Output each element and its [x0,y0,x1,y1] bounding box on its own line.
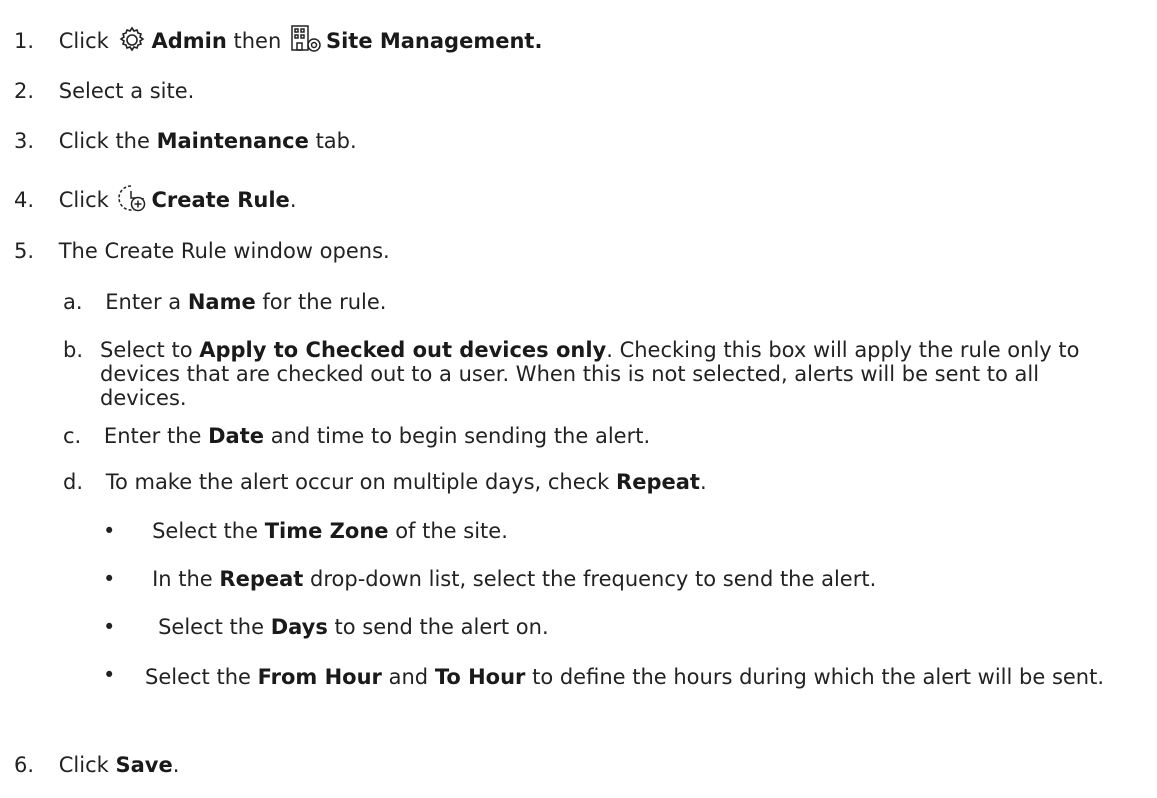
step-text: Click [58,753,109,777]
step-text: To make the alert occur on multiple days… [105,470,610,494]
substep-b-text: Select to Apply to Checked out devices o… [100,338,1120,410]
to-hour-label: To Hour [434,665,526,689]
substep-letter: d. [63,470,84,494]
step-text: for the rule. [262,290,387,314]
step-6: 6. Click Save. [14,752,179,778]
create-rule-clock-icon [117,183,147,219]
step-text: and time to begin sending the alert. [270,424,651,448]
substep-c: c. Enter the Date and time to begin send… [63,423,650,449]
step-number: 3. [14,129,35,153]
substep-letter: b. [63,338,84,362]
bullet-mark: • [103,519,116,543]
bullet-mark: • [103,567,116,591]
step-text: then [233,29,282,53]
create-rule-label: Create Rule [151,188,290,212]
repeat-label: Repeat [219,567,304,591]
time-zone-label: Time Zone [264,519,389,543]
step-text: drop-down list, select the frequency to … [310,567,877,591]
step-text: Select the [158,615,265,639]
name-label: Name [187,290,256,314]
step-number: 5. [14,239,35,263]
step-text: Select the [145,665,251,689]
step-text: Select a site. [58,79,195,103]
step-1: 1. Click Admin then Site Management. [14,24,542,60]
step-number: 2. [14,79,35,103]
step-text: . [172,753,180,777]
bullet-days: • Select the Days to send the alert on. [103,614,549,640]
bullet-time-zone: • Select the Time Zone of the site. [103,518,508,544]
substep-d: d. To make the alert occur on multiple d… [63,469,707,495]
step-text: Click [58,188,109,212]
step-number: 6. [14,753,35,777]
step-number: 1. [14,29,35,53]
step-text: to send the alert on. [334,615,549,639]
instructions-document: 1. Click Admin then Site Management. 2. … [0,0,1157,798]
days-label: Days [270,615,328,639]
step-text: to define the hours during which the ale… [532,665,1105,689]
bullet-mark: • [103,663,116,687]
substep-a: a. Enter a Name for the rule. [63,289,386,315]
step-text: In the [152,567,213,591]
step-text: Click [58,29,109,53]
step-2: 2. Select a site. [14,78,194,104]
date-label: Date [208,424,265,448]
step-4: 4. Click Create Rule. [14,183,297,219]
step-text: Enter a [105,290,182,314]
admin-label: Admin [151,29,227,53]
save-label: Save [115,753,173,777]
bullet-mark: • [103,615,116,639]
site-management-icon [290,24,322,60]
step-5: 5. The Create Rule window opens. [14,238,390,264]
step-text: The Create Rule window opens. [58,239,390,263]
step-3: 3. Click the Maintenance tab. [14,128,357,154]
step-text: and [388,665,429,689]
apply-checked-out-label: Apply to Checked out devices only [199,338,607,362]
maintenance-label: Maintenance [156,129,309,153]
step-text: Select the [152,519,259,543]
bullet-repeat: • In the Repeat drop-down list, select t… [103,566,876,592]
step-text: Select to [100,338,193,362]
gear-icon [117,26,147,60]
step-text: Enter the [103,424,202,448]
step-text: Click the [58,129,150,153]
step-text: of the site. [395,519,508,543]
step-number: 4. [14,188,35,212]
site-management-label: Site Management. [325,29,543,53]
repeat-label: Repeat [616,470,700,494]
bullet-hours-text: Select the From Hour and To Hour to defi… [145,662,1145,692]
substep-letter: a. [63,290,83,314]
step-text: . [289,188,297,212]
step-text: tab. [315,129,357,153]
substep-letter: c. [63,424,82,448]
step-text: . [699,470,707,494]
from-hour-label: From Hour [257,665,382,689]
